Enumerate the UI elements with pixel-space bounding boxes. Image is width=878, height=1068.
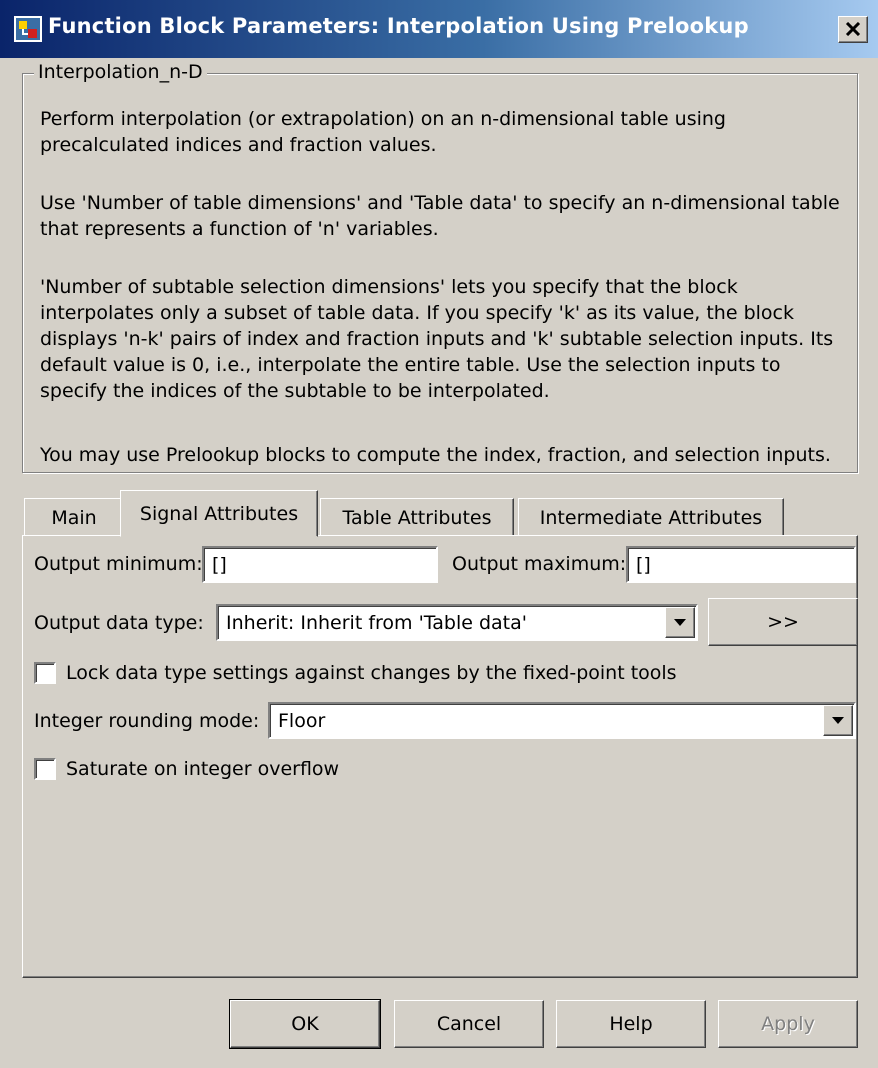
- tab-main[interactable]: Main: [24, 498, 124, 536]
- tab-table-attributes[interactable]: Table Attributes: [320, 498, 514, 536]
- cancel-button-label: Cancel: [436, 1013, 502, 1035]
- description-line: precalculated indices and fraction value…: [40, 134, 437, 156]
- description-line: specify the indices of the subtable to b…: [40, 380, 550, 402]
- description-line: 'Number of subtable selection dimensions…: [40, 276, 738, 298]
- integer-rounding-label: Integer rounding mode:: [34, 710, 260, 732]
- output-minimum-input[interactable]: []: [202, 546, 438, 583]
- dropdown-button[interactable]: [665, 607, 695, 638]
- cancel-button[interactable]: Cancel: [394, 1000, 544, 1048]
- lock-data-type-label: Lock data type settings against changes …: [66, 662, 677, 684]
- lock-data-type-checkbox[interactable]: [34, 662, 56, 684]
- output-data-type-label: Output data type:: [34, 612, 204, 634]
- output-data-type-value: Inherit: Inherit from 'Table data': [226, 612, 527, 634]
- assistant-button-label: >>: [767, 611, 799, 633]
- description-paragraph-2: Use 'Number of table dimensions' and 'Ta…: [40, 190, 850, 242]
- description-line: Perform interpolation (or extrapolation)…: [40, 108, 726, 130]
- apply-button[interactable]: Apply: [718, 1000, 858, 1048]
- integer-rounding-value: Floor: [278, 710, 326, 732]
- description-line: Use 'Number of table dimensions' and 'Ta…: [40, 192, 840, 214]
- tab-intermediate-attributes[interactable]: Intermediate Attributes: [518, 498, 784, 536]
- output-maximum-label: Output maximum:: [452, 553, 627, 575]
- close-icon: [845, 22, 861, 36]
- help-button-label: Help: [609, 1013, 653, 1035]
- ok-button-label: OK: [291, 1013, 319, 1035]
- description-line: interpolates only a subset of table data…: [40, 302, 794, 324]
- tab-signal-attributes[interactable]: Signal Attributes: [120, 490, 318, 537]
- output-data-type-select[interactable]: Inherit: Inherit from 'Table data': [216, 604, 698, 641]
- chevron-down-icon: [674, 619, 686, 626]
- ok-button[interactable]: OK: [229, 999, 381, 1049]
- data-type-assistant-button[interactable]: >>: [708, 598, 858, 646]
- description-paragraph-4: You may use Prelookup blocks to compute …: [40, 442, 850, 468]
- tab-strip: Main Signal Attributes Table Attributes …: [22, 490, 858, 537]
- description-paragraph-1: Perform interpolation (or extrapolation)…: [40, 106, 850, 158]
- description-paragraph-3: 'Number of subtable selection dimensions…: [40, 274, 850, 404]
- simulink-block-icon: [14, 16, 42, 42]
- help-button[interactable]: Help: [556, 1000, 706, 1048]
- description-line: default value is 0, i.e., interpolate th…: [40, 354, 781, 376]
- chevron-down-icon: [832, 717, 844, 724]
- saturate-overflow-label: Saturate on integer overflow: [66, 758, 340, 780]
- apply-button-label: Apply: [761, 1013, 815, 1035]
- description-line: displays 'n-k' pairs of index and fracti…: [40, 328, 834, 350]
- output-maximum-input[interactable]: []: [626, 546, 856, 583]
- close-button[interactable]: [838, 16, 868, 43]
- description-line: You may use Prelookup blocks to compute …: [40, 444, 831, 466]
- saturate-overflow-checkbox[interactable]: [34, 758, 56, 780]
- dropdown-button[interactable]: [823, 705, 853, 736]
- group-label: Interpolation_n-D: [34, 61, 207, 83]
- title-bar[interactable]: Function Block Parameters: Interpolation…: [0, 0, 878, 58]
- output-minimum-label: Output minimum:: [34, 553, 203, 575]
- description-line: that represents a function of 'n' variab…: [40, 218, 439, 240]
- window-title: Function Block Parameters: Interpolation…: [48, 14, 749, 38]
- integer-rounding-select[interactable]: Floor: [268, 702, 856, 739]
